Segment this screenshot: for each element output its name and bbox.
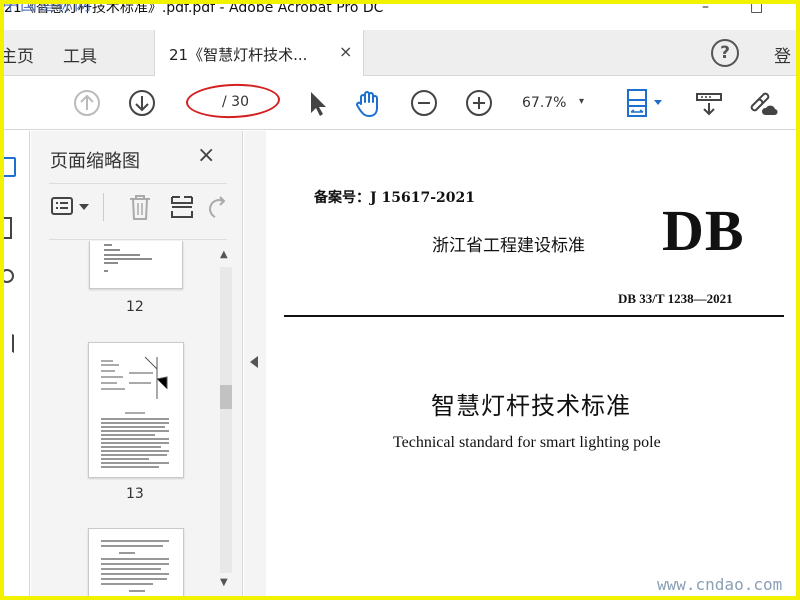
tab-bar: 主页 工具 21《智慧灯杆技术... × ? 登 bbox=[4, 30, 796, 76]
scroll-mode-icon[interactable] bbox=[692, 86, 726, 120]
header-rule bbox=[284, 315, 784, 317]
hand-tool-icon[interactable] bbox=[352, 86, 386, 120]
chevron-down-icon[interactable] bbox=[79, 204, 89, 210]
scroll-thumb[interactable] bbox=[220, 385, 232, 409]
thumbnail-scrollbar[interactable]: ▲ ▼ bbox=[215, 245, 237, 596]
scroll-up-icon[interactable]: ▲ bbox=[220, 249, 228, 260]
minimize-button[interactable]: – bbox=[702, 4, 709, 14]
select-arrow-icon[interactable] bbox=[300, 86, 334, 120]
bookmarks-icon[interactable] bbox=[4, 217, 12, 239]
toolbar-divider bbox=[103, 193, 104, 221]
close-panel-button[interactable]: × bbox=[197, 143, 215, 168]
rotate-page-icon[interactable] bbox=[209, 195, 229, 219]
watermark-logo: 中国道标网 bbox=[4, 4, 92, 15]
fit-page-icon[interactable] bbox=[622, 86, 672, 120]
page-thumbnail-14[interactable] bbox=[88, 528, 184, 596]
panel-divider bbox=[49, 183, 227, 184]
filing-number: 备案号：J 15617-2021 bbox=[314, 190, 475, 206]
document-tab-label: 21《智慧灯杆技术... bbox=[169, 46, 308, 64]
title-bar: 21《智慧灯杆技术标准》.pdf.pdf - Adobe Acrobat Pro… bbox=[4, 4, 796, 30]
site-watermark: www.cndao.com bbox=[657, 575, 783, 594]
insert-page-icon[interactable] bbox=[169, 193, 195, 221]
scroll-down-icon[interactable]: ▼ bbox=[220, 577, 228, 588]
attachments-icon[interactable] bbox=[4, 269, 14, 283]
collapse-panel-handle[interactable] bbox=[244, 131, 266, 596]
document-title-cn: 智慧灯杆技术标准 bbox=[431, 392, 631, 420]
scroll-track[interactable] bbox=[220, 267, 232, 573]
page-thumbnails-icon[interactable] bbox=[4, 157, 16, 177]
document-title-en: Technical standard for smart lighting po… bbox=[393, 434, 661, 451]
close-tab-button[interactable]: × bbox=[339, 42, 352, 61]
help-icon[interactable]: ? bbox=[711, 39, 739, 67]
acrobat-window: 21《智慧灯杆技术标准》.pdf.pdf - Adobe Acrobat Pro… bbox=[4, 4, 796, 596]
panel-title: 页面缩略图 bbox=[50, 151, 140, 172]
page-thumbnail-12[interactable] bbox=[89, 241, 183, 289]
standard-code: DB 33/T 1238—2021 bbox=[618, 291, 733, 306]
tab-document[interactable]: 21《智慧灯杆技术... × bbox=[154, 30, 364, 76]
thumbnail-options-icon[interactable] bbox=[51, 197, 73, 215]
standard-type: 浙江省工程建设标准 bbox=[432, 236, 585, 256]
toolbar: / 30 67.7% ▾ bbox=[4, 76, 796, 130]
tab-home[interactable]: 主页 bbox=[4, 42, 34, 67]
zoom-in-icon[interactable] bbox=[462, 86, 496, 120]
db-mark: DB bbox=[662, 198, 745, 263]
panel-divider bbox=[49, 239, 227, 240]
share-link-icon[interactable] bbox=[744, 86, 778, 120]
page-number-12: 12 bbox=[126, 299, 144, 315]
restore-button[interactable]: □ bbox=[750, 4, 763, 14]
chevron-down-icon[interactable]: ▾ bbox=[579, 96, 584, 107]
zoom-out-icon[interactable] bbox=[407, 86, 441, 120]
next-page-icon[interactable] bbox=[125, 86, 159, 120]
delete-page-icon[interactable] bbox=[127, 193, 153, 221]
thumbnails-panel: 页面缩略图 × 12 13 ▲ ▼ bbox=[31, 131, 243, 596]
zoom-level[interactable]: 67.7% bbox=[522, 95, 566, 111]
sign-in-button[interactable]: 登 bbox=[774, 42, 791, 67]
layers-icon[interactable] bbox=[4, 326, 14, 354]
page-thumbnail-13[interactable] bbox=[88, 342, 184, 478]
collapse-arrow-icon bbox=[250, 356, 258, 368]
tab-tools[interactable]: 工具 bbox=[63, 42, 97, 67]
navigation-rail bbox=[4, 131, 30, 596]
page-number-13: 13 bbox=[126, 486, 144, 502]
document-page: 备案号：J 15617-2021 浙江省工程建设标准 DB DB 33/T 12… bbox=[266, 131, 796, 596]
previous-page-icon[interactable] bbox=[70, 86, 104, 120]
